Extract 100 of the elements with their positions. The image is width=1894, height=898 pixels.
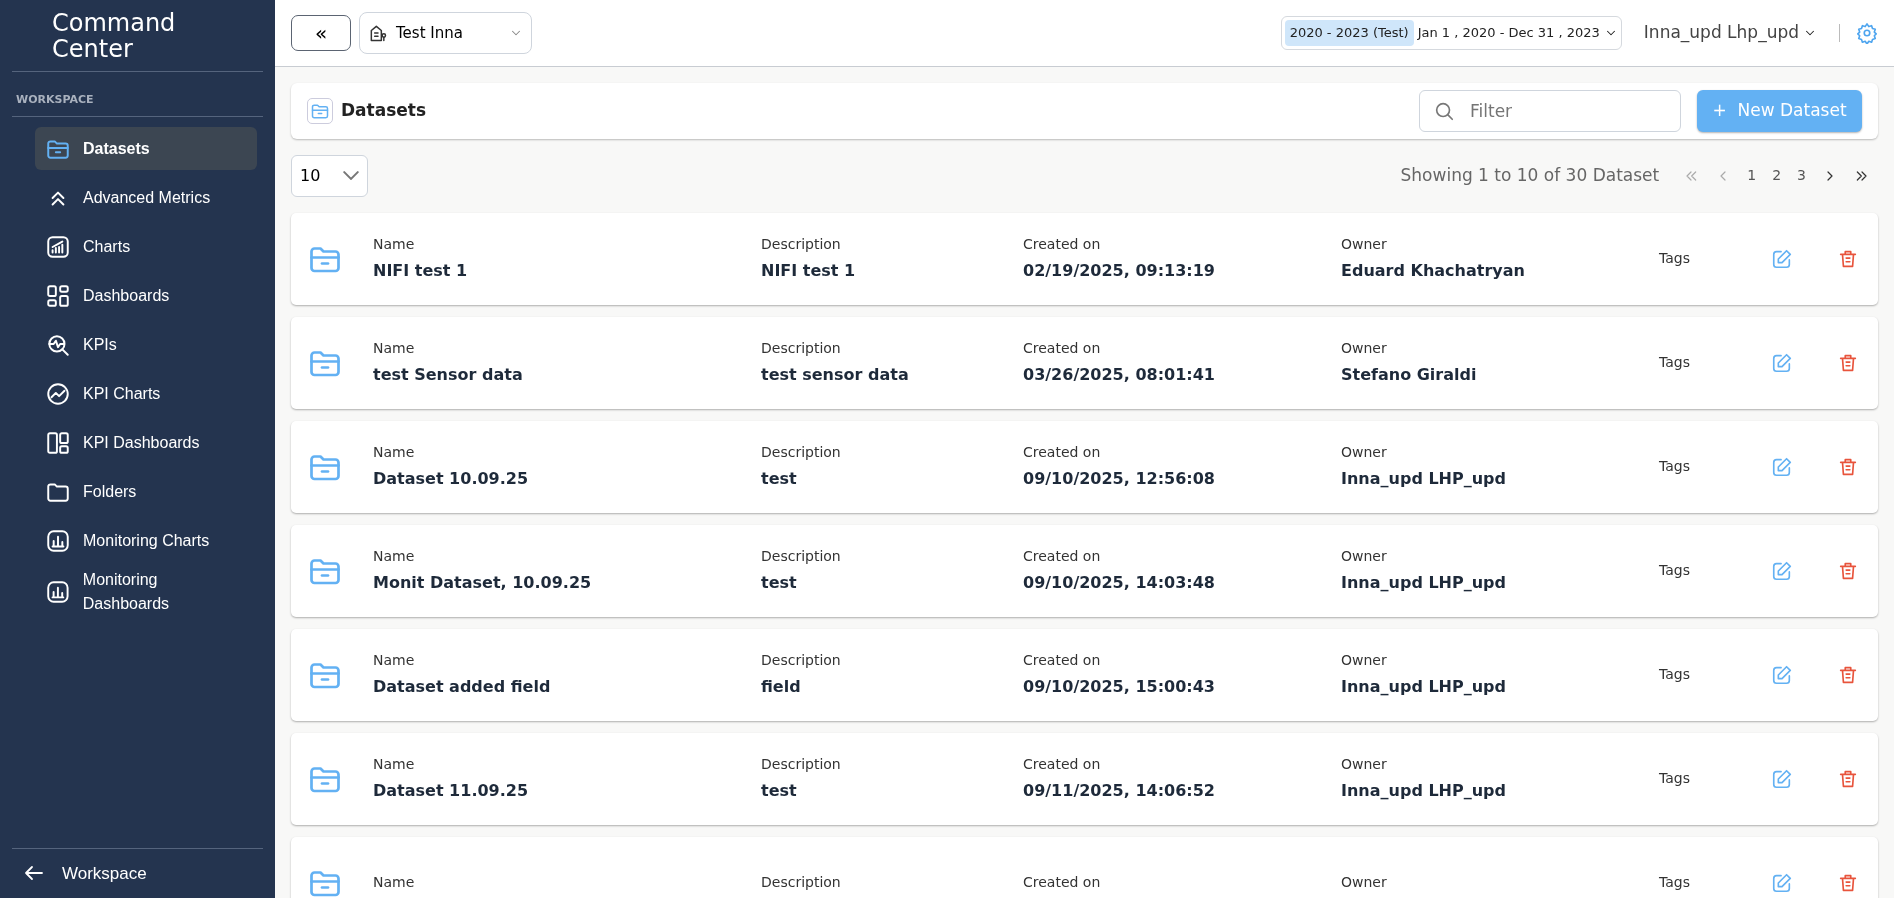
edit-icon: [1771, 351, 1793, 374]
period-selector[interactable]: 2020 - 2023 (Test) Jan 1 , 2020 - Dec 31 , 2023: [1280, 16, 1622, 50]
user-menu[interactable]: Inna_upd Lhp_upd: [1637, 19, 1823, 47]
cell-value: 03/26/2025, 08:01:41: [1023, 364, 1216, 387]
column-label: Owner: [1341, 755, 1388, 775]
column-label: Created on: [1023, 235, 1102, 255]
cell-value: Eduard Khachatryan: [1341, 260, 1526, 283]
column-label: Description: [761, 651, 842, 671]
cell-value: NIFI test 1: [761, 260, 857, 283]
edit-button[interactable]: [1771, 559, 1793, 582]
sidebar-item[interactable]: Dashboards: [35, 274, 257, 318]
page-button[interactable]: 3: [1789, 165, 1814, 187]
cell-value: 02/19/2025, 09:13:19: [1023, 260, 1216, 283]
edit-button[interactable]: [1771, 663, 1793, 686]
edit-button[interactable]: [1771, 455, 1793, 478]
tags-label: Tags: [1659, 665, 1691, 685]
edit-icon: [1771, 663, 1793, 686]
column-label: Description: [761, 547, 842, 567]
column-label: Description: [761, 443, 842, 463]
cell-value: Monit Dataset, 10.09.25: [373, 572, 593, 595]
edit-button[interactable]: [1771, 247, 1793, 270]
project-dropdown[interactable]: Test Inna: [359, 11, 532, 54]
dataset-row[interactable]: Name Description Created on Owner Tags: [291, 836, 1878, 898]
pagination-summary: Showing 1 to 10 of 30 Dataset: [1400, 163, 1660, 187]
back-link[interactable]: Workspace: [22, 860, 147, 886]
dataset-row[interactable]: Name Dataset added field Description field Created on 09/10/2025, 15:00:43 Owner Inna_upd LHP_upd Tags: [291, 628, 1878, 721]
column-label: Name: [373, 235, 416, 255]
dataset-row[interactable]: Name test Sensor data Description test sensor data Created on 03/26/2025, 08:01:41 Owner Stefano Giraldi Tags: [291, 316, 1878, 409]
sidebar-item[interactable]: Datasets: [35, 127, 257, 171]
edit-icon: [1771, 767, 1793, 790]
cell-value: 09/10/2025, 14:03:48: [1023, 572, 1216, 595]
edit-icon: [1771, 559, 1793, 582]
cell-value: Inna_upd LHP_upd: [1341, 780, 1507, 803]
cell-value: Dataset added field: [373, 676, 552, 699]
column-label: Created on: [1023, 339, 1102, 359]
column-label: Created on: [1023, 873, 1102, 893]
chart-icon: [45, 233, 71, 260]
chevron-down-icon: [343, 171, 359, 181]
cell-value: NIFI test 1: [373, 260, 469, 283]
column-label: Description: [761, 755, 842, 775]
page-button[interactable]: 1: [1739, 165, 1765, 187]
sidebar-item[interactable]: KPI Charts: [35, 372, 257, 416]
collapse-button[interactable]: «: [291, 14, 351, 51]
cell-value: test Sensor data: [373, 364, 524, 387]
dataset-row[interactable]: Name NIFI test 1 Description NIFI test 1 Created on 02/19/2025, 09:13:19 Owner Eduard Khachatryan Tags: [291, 212, 1878, 305]
cell-value: test: [761, 572, 798, 595]
cell-value: 09/11/2025, 14:06:52: [1023, 780, 1216, 803]
sidebar-item[interactable]: Charts: [35, 225, 257, 269]
cell-value: field: [761, 676, 802, 699]
column-label: Name: [373, 339, 416, 359]
column-label: Description: [761, 235, 842, 255]
bar-chart-icon: [45, 527, 71, 554]
tags-label: Tags: [1659, 457, 1691, 477]
dataset-row[interactable]: Name Dataset 10.09.25 Description test Created on 09/10/2025, 12:56:08 Owner Inna_upd LHP_upd Tags: [291, 420, 1878, 513]
cell-value: test sensor data: [761, 364, 910, 387]
column-label: Owner: [1341, 235, 1388, 255]
column-label: Description: [761, 339, 842, 359]
dataset-row[interactable]: Name Monit Dataset, 10.09.25 Description test Created on 09/10/2025, 14:03:48 Owner Inna_upd LHP_upd Tags: [291, 524, 1878, 617]
column-label: Created on: [1023, 651, 1102, 671]
column-label: Owner: [1341, 873, 1388, 893]
edit-icon: [1771, 455, 1793, 478]
period-tag: 2020 - 2023 (Test): [1284, 20, 1414, 46]
app-title: Command Center: [12, 0, 263, 72]
edit-icon: [1771, 247, 1793, 270]
dataset-row[interactable]: Name Dataset 11.09.25 Description test Created on 09/11/2025, 14:06:52 Owner Inna_upd LHP_upd Tags: [291, 732, 1878, 825]
cell-value: Inna_upd LHP_upd: [1341, 572, 1507, 595]
edit-button[interactable]: [1771, 767, 1793, 790]
column-label: Name: [373, 873, 416, 893]
sidebar-item[interactable]: Monitoring Charts: [35, 519, 257, 563]
settings-button[interactable]: [1856, 21, 1878, 44]
page-size-dropdown[interactable]: 10: [291, 154, 368, 197]
filter-field[interactable]: Filter: [1419, 89, 1681, 132]
bar-chart-icon: [45, 579, 71, 606]
column-label: Name: [373, 755, 416, 775]
trend-circle-icon: [45, 380, 71, 407]
edit-button[interactable]: [1771, 351, 1793, 374]
sidebar-item[interactable]: Folders: [35, 470, 257, 514]
column-label: Created on: [1023, 443, 1102, 463]
sidebar-item[interactable]: KPIs: [35, 323, 257, 367]
column-label: Description: [761, 873, 842, 893]
tags-label: Tags: [1659, 353, 1691, 373]
tags-label: Tags: [1659, 873, 1691, 893]
sidebar-item[interactable]: Monitoring Dashboards: [35, 568, 257, 617]
sidebar-item[interactable]: KPI Dashboards: [35, 421, 257, 465]
sidebar-item[interactable]: Advanced Metrics: [35, 176, 257, 220]
tags-label: Tags: [1659, 769, 1691, 789]
edit-button[interactable]: [1771, 871, 1793, 894]
page-button[interactable]: 2: [1764, 165, 1790, 187]
column-label: Name: [373, 547, 416, 567]
cell-value: test: [761, 468, 798, 491]
column-label: Owner: [1341, 547, 1388, 567]
column-label: Owner: [1341, 443, 1388, 463]
column-label: Name: [373, 651, 416, 671]
cell-value: Inna_upd LHP_upd: [1341, 468, 1507, 491]
cell-value: Dataset 10.09.25: [373, 468, 530, 491]
tags-label: Tags: [1659, 249, 1691, 269]
layout-icon: [45, 429, 71, 456]
column-label: Owner: [1341, 339, 1388, 359]
column-label: Created on: [1023, 755, 1102, 775]
cell-value: test: [761, 780, 798, 803]
